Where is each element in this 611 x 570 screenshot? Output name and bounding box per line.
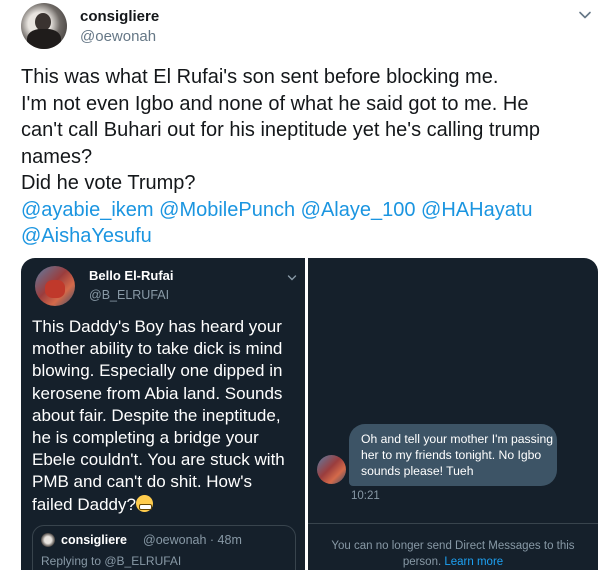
- notice-line: person. Learn more: [308, 554, 598, 570]
- attached-image[interactable]: Bello El-Rufai @B_ELRUFAI This Daddy's B…: [21, 258, 598, 570]
- quoted-display-name: consigliere: [61, 533, 127, 547]
- avatar-art-shape: [45, 280, 65, 298]
- tweet-text-line: This was what El Rufai's son sent before…: [21, 66, 499, 88]
- screenshot-handle: @B_ELRUFAI: [89, 288, 170, 302]
- screenshot-text-line: mother ability to take dick is mind: [32, 339, 283, 359]
- screenshot-text-line-last: failed Daddy?: [32, 494, 304, 516]
- screenshot-text-line: Ebele couldn't. You are stuck with: [32, 450, 285, 470]
- screenshot-dm-panel: Oh and tell your mother I'm passing her …: [308, 258, 598, 570]
- screenshot-tweet-text: This Daddy's Boy has heard your mother a…: [32, 316, 304, 516]
- chevron-down-icon: [287, 270, 297, 281]
- notice-line: You can no longer send Direct Messages t…: [331, 540, 575, 552]
- notice-prefix: person.: [402, 556, 442, 568]
- screenshot-text-line: blowing. Especially one dipped in: [32, 361, 283, 381]
- quoted-replying-to: Replying to @B_ELRUFAI: [41, 554, 182, 568]
- dm-sender-avatar: [317, 455, 346, 484]
- tweet: consigliere @oewonah This was what El Ru…: [0, 0, 611, 570]
- dm-message-line: her to my friends tonight. No Igbo: [361, 448, 542, 462]
- dm-message-text: Oh and tell your mother I'm passing her …: [361, 431, 554, 479]
- avatar-body-shape: [27, 29, 61, 49]
- mention-link[interactable]: @Alaye_100: [301, 199, 416, 221]
- dm-blocked-notice: You can no longer send Direct Messages t…: [308, 538, 598, 570]
- screenshot-text-fragment: failed Daddy?: [32, 494, 136, 514]
- quoted-handle-time: @oewonah · 48m: [143, 533, 242, 547]
- author-handle[interactable]: @oewonah: [80, 28, 156, 45]
- chevron-down-icon[interactable]: [578, 8, 592, 22]
- screenshot-text-line: he is completing a bridge your: [32, 428, 259, 448]
- screenshot-display-name: Bello El-Rufai: [89, 268, 174, 283]
- quoted-tweet: consigliere @oewonah · 48m Replying to @…: [32, 525, 296, 570]
- mention-link[interactable]: @AishaYesufu: [21, 225, 152, 247]
- tweet-text-line: I'm not even Igbo and none of what he sa…: [21, 92, 529, 115]
- author-display-name[interactable]: consigliere: [80, 8, 159, 25]
- screenshot-text-line: PMB and can't do shit. How's: [32, 472, 253, 492]
- screenshot-text-line: about fair. Despite the ineptitude,: [32, 405, 281, 425]
- screenshot-avatar: [35, 266, 75, 306]
- mentions-line: @ayabie_ikem @MobilePunch @Alaye_100 @HA…: [21, 197, 601, 224]
- quoted-avatar: [41, 533, 55, 547]
- mentions-line: @AishaYesufu: [21, 223, 601, 250]
- learn-more-link: Learn more: [444, 556, 504, 568]
- dm-message-line: Oh and tell your mother I'm passing: [361, 432, 554, 446]
- dm-message-bubble: Oh and tell your mother I'm passing her …: [349, 424, 557, 486]
- grimacing-face-emoji-icon: [135, 494, 153, 512]
- dm-message-time: 10:21: [351, 490, 380, 502]
- tweet-text-line: can't call Buhari out for his ineptitude…: [21, 119, 541, 141]
- screenshot-text-line: kerosene from Abia land. Sounds: [32, 383, 283, 403]
- dm-message-line: sounds please! Tueh: [361, 464, 474, 478]
- mention-link[interactable]: @HAHayatu: [421, 199, 532, 221]
- mention-link[interactable]: @ayabie_ikem: [21, 199, 154, 221]
- mention-link[interactable]: @MobilePunch: [159, 199, 295, 221]
- screenshot-tweet-panel: Bello El-Rufai @B_ELRUFAI This Daddy's B…: [21, 258, 305, 570]
- tweet-text-line: names?: [21, 145, 93, 168]
- tweet-text-line: Did he vote Trump?: [21, 172, 196, 194]
- divider: [308, 523, 598, 524]
- tweet-text: This was what El Rufai's son sent before…: [21, 64, 601, 250]
- avatar[interactable]: [21, 3, 67, 49]
- screenshot-text-line: This Daddy's Boy has heard your: [32, 317, 282, 336]
